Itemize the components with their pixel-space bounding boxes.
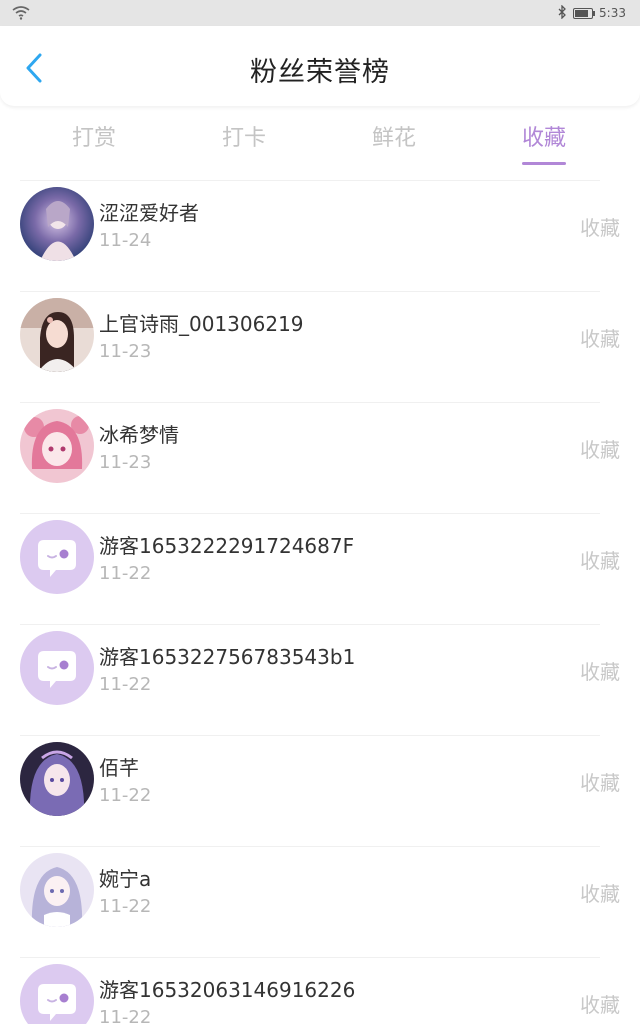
tab-checkin[interactable]: 打卡	[222, 120, 266, 152]
list-item[interactable]: 涩涩爱好者 11-24 收藏	[0, 180, 640, 291]
tab-favorites[interactable]: 收藏	[522, 120, 567, 165]
user-name: 婉宁a	[99, 867, 152, 891]
anime-avatar	[20, 187, 94, 261]
list-item[interactable]: 游客165322756783543b1 11-22 收藏	[0, 624, 640, 735]
tab-active-indicator	[522, 162, 567, 165]
list-item[interactable]: 佰芊 11-22 收藏	[0, 735, 640, 846]
date-label: 11-24	[99, 230, 152, 251]
date-label: 11-22	[99, 785, 152, 806]
list-item[interactable]: 游客1653222291724687F 11-22 收藏	[0, 513, 640, 624]
date-label: 11-22	[99, 896, 152, 917]
user-name: 佰芊	[99, 756, 139, 780]
user-name: 游客16532063146916226	[99, 978, 356, 1002]
list-item[interactable]: 游客16532063146916226 11-22 收藏	[0, 957, 640, 1024]
date-label: 11-23	[99, 341, 152, 362]
user-name: 上官诗雨_001306219	[99, 312, 304, 336]
user-name: 游客165322756783543b1	[99, 645, 356, 669]
tab-bar: 打赏 打卡 鲜花 收藏	[0, 110, 640, 166]
tab-favorites-label: 收藏	[522, 126, 567, 151]
tab-reward[interactable]: 打赏	[72, 120, 116, 152]
status-right: 5:33	[558, 3, 626, 22]
action-label: 收藏	[580, 771, 620, 795]
default-avatar	[20, 631, 94, 705]
status-time: 5:33	[599, 6, 626, 20]
list-item[interactable]: 上官诗雨_001306219 11-23 收藏	[0, 291, 640, 402]
date-label: 11-22	[99, 674, 152, 695]
action-label: 收藏	[580, 438, 620, 462]
page-title: 粉丝荣誉榜	[250, 57, 390, 88]
list-item[interactable]: 婉宁a 11-22 收藏	[0, 846, 640, 957]
battery-icon	[573, 7, 596, 19]
user-name: 涩涩爱好者	[99, 201, 199, 225]
default-avatar	[20, 520, 94, 594]
list-item[interactable]: 冰希梦情 11-23 收藏	[0, 402, 640, 513]
user-name: 冰希梦情	[99, 423, 179, 447]
action-label: 收藏	[580, 216, 620, 240]
fan-list: 涩涩爱好者 11-24 收藏 上官诗雨_001306219 11-23 收藏 冰…	[0, 180, 640, 1024]
anime-girl-avatar	[20, 742, 94, 816]
action-label: 收藏	[580, 327, 620, 351]
date-label: 11-22	[99, 563, 152, 584]
photo-avatar	[20, 298, 94, 372]
action-label: 收藏	[580, 882, 620, 906]
action-label: 收藏	[580, 660, 620, 684]
action-label: 收藏	[580, 993, 620, 1017]
status-bar: 5:33	[0, 0, 640, 26]
bluetooth-icon	[558, 3, 567, 22]
date-label: 11-22	[99, 1007, 152, 1024]
tab-flowers[interactable]: 鲜花	[372, 120, 416, 152]
date-label: 11-23	[99, 452, 152, 473]
wifi-icon	[12, 5, 30, 21]
pink-anime-avatar	[20, 409, 94, 483]
anime-girl-avatar	[20, 853, 94, 927]
action-label: 收藏	[580, 549, 620, 573]
header: 粉丝荣誉榜	[0, 26, 640, 106]
default-avatar	[20, 964, 94, 1024]
user-name: 游客1653222291724687F	[99, 534, 355, 558]
